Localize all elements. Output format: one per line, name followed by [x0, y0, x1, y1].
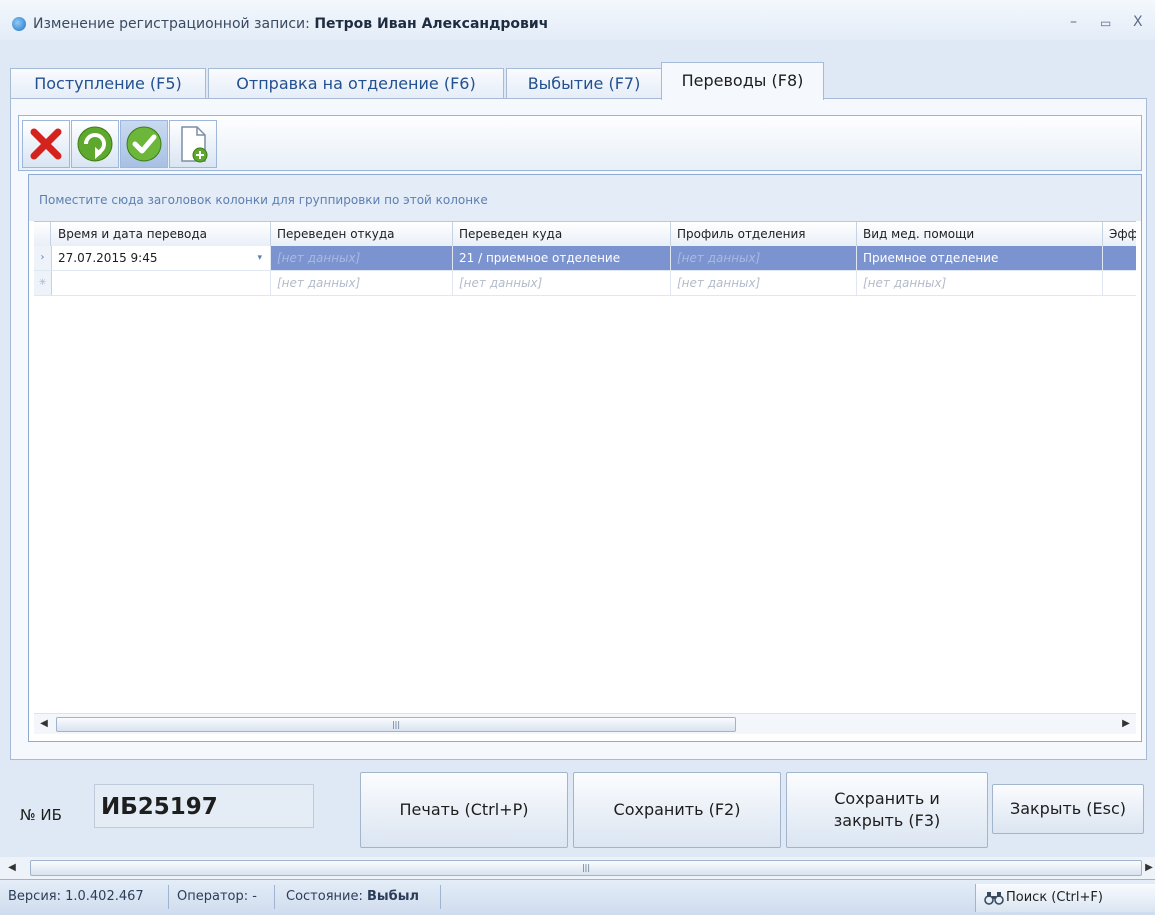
cell-from[interactable]: [нет данных]: [271, 271, 453, 295]
window-horizontal-scrollbar[interactable]: ◀ ||| ▶: [0, 857, 1155, 879]
save-button-label: Сохранить (F2): [613, 800, 741, 819]
delete-x-icon: [30, 128, 62, 160]
confirm-button[interactable]: [120, 120, 168, 168]
column-header-to[interactable]: Переведен куда: [453, 222, 671, 246]
window-scroll-left-arrow-icon[interactable]: ◀: [6, 862, 18, 874]
group-by-panel[interactable]: Поместите сюда заголовок колонки для гру…: [29, 175, 1141, 221]
status-state-label: Состояние:: [286, 889, 363, 904]
save-and-close-line1: Сохранить и: [834, 789, 940, 808]
tab-department-dispatch[interactable]: Отправка на отделение (F6): [208, 68, 504, 99]
new-item-row[interactable]: ✳ [нет данных] [нет данных] [нет данных]…: [34, 271, 1136, 296]
column-header-efficiency[interactable]: Эфф: [1103, 222, 1136, 246]
column-header-profile[interactable]: Профиль отделения: [671, 222, 857, 246]
print-button-label: Печать (Ctrl+P): [399, 800, 529, 819]
close-button[interactable]: Закрыть (Esc): [992, 784, 1144, 834]
cell-efficiency[interactable]: [1103, 271, 1136, 295]
status-divider: [168, 885, 169, 909]
status-state: Состояние: Выбыл: [286, 889, 419, 904]
row-indicator-arrow-icon: ›: [34, 246, 52, 270]
cell-care-type[interactable]: Приемное отделение: [857, 246, 1103, 270]
app-logo-icon: [12, 17, 26, 31]
tab-discharge[interactable]: Выбытие (F7): [506, 68, 662, 99]
search-label: Поиск (Ctrl+F): [1006, 890, 1103, 905]
table-row[interactable]: › 27.07.2015 9:45 ▾ [нет данных] 21 / пр…: [34, 246, 1136, 271]
tab-admission[interactable]: Поступление (F5): [10, 68, 206, 99]
status-bar: Версия: 1.0.402.467 Оператор: - Состояни…: [0, 879, 1155, 915]
status-version: Версия: 1.0.402.467: [8, 889, 144, 904]
window-scroll-right-arrow-icon[interactable]: ▶: [1143, 862, 1155, 874]
cell-datetime[interactable]: [52, 271, 271, 295]
title-bar: Изменение регистрационной записи: Петров…: [0, 0, 1155, 40]
status-state-value: Выбыл: [367, 889, 420, 904]
binoculars-icon: [984, 892, 1004, 905]
cell-efficiency[interactable]: [1103, 246, 1136, 270]
grid-horizontal-scrollbar[interactable]: ◀ ||| ▶: [34, 713, 1136, 734]
transfers-grid: Поместите сюда заголовок колонки для гру…: [28, 174, 1142, 742]
ib-number-label: № ИБ: [20, 806, 62, 824]
ib-number-field: ИБ25197: [94, 784, 314, 828]
new-row-star-icon: ✳: [34, 271, 52, 295]
status-operator: Оператор: -: [177, 889, 257, 904]
refresh-icon: [77, 126, 113, 162]
window-title-patient: Петров Иван Александрович: [314, 16, 549, 32]
scroll-right-arrow-icon[interactable]: ▶: [1120, 718, 1132, 730]
new-record-button[interactable]: [169, 120, 217, 168]
maximize-button[interactable]: ▭: [1100, 16, 1111, 30]
close-button-label: Закрыть (Esc): [1009, 799, 1127, 818]
new-document-icon: [181, 126, 208, 163]
save-and-close-button[interactable]: Сохранить и закрыть (F3): [786, 772, 988, 848]
grid-header: Время и дата перевода Переведен откуда П…: [34, 221, 1136, 247]
refresh-button[interactable]: [71, 120, 119, 168]
status-divider: [440, 885, 441, 909]
search-button[interactable]: Поиск (Ctrl+F): [975, 884, 1155, 912]
cell-to[interactable]: [нет данных]: [453, 271, 671, 295]
column-header-datetime[interactable]: Время и дата перевода: [52, 222, 271, 246]
cell-profile[interactable]: [нет данных]: [671, 271, 857, 295]
window-scroll-thumb[interactable]: |||: [30, 860, 1142, 876]
header-indicator: [34, 222, 51, 246]
window-title: Изменение регистрационной записи: Петров…: [33, 16, 548, 32]
group-by-hint: Поместите сюда заголовок колонки для гру…: [39, 193, 488, 207]
save-button[interactable]: Сохранить (F2): [573, 772, 781, 848]
close-window-button[interactable]: X: [1133, 14, 1143, 30]
cell-profile[interactable]: [нет данных]: [671, 246, 857, 270]
tab-transfers[interactable]: Переводы (F8): [661, 62, 824, 100]
minimize-button[interactable]: –: [1070, 14, 1077, 30]
column-header-care-type[interactable]: Вид мед. помощи: [857, 222, 1103, 246]
print-button[interactable]: Печать (Ctrl+P): [360, 772, 568, 848]
cell-datetime[interactable]: 27.07.2015 9:45 ▾: [52, 246, 271, 270]
save-and-close-line2: закрыть (F3): [833, 811, 941, 830]
confirm-check-icon: [126, 126, 162, 162]
column-header-from[interactable]: Переведен откуда: [271, 222, 453, 246]
dropdown-arrow-icon[interactable]: ▾: [257, 246, 262, 270]
status-divider: [274, 885, 275, 909]
scroll-left-arrow-icon[interactable]: ◀: [38, 718, 50, 730]
scroll-thumb[interactable]: |||: [56, 717, 736, 732]
window-title-prefix: Изменение регистрационной записи:: [33, 16, 310, 32]
cell-datetime-value: 27.07.2015 9:45: [58, 251, 158, 265]
cell-care-type[interactable]: [нет данных]: [857, 271, 1103, 295]
save-and-close-label: Сохранить и закрыть (F3): [834, 788, 940, 832]
cell-to[interactable]: 21 / приемное отделение: [453, 246, 671, 270]
cell-from[interactable]: [нет данных]: [271, 246, 453, 270]
delete-button[interactable]: [22, 120, 70, 168]
grid-toolbar: [18, 115, 1142, 171]
